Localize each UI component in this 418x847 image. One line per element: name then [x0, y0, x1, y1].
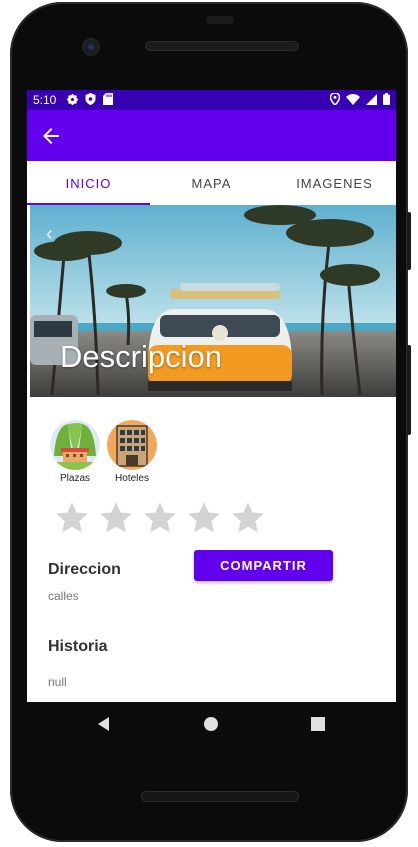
category-label: Hoteles: [115, 473, 149, 484]
star-icon[interactable]: [142, 500, 178, 536]
tab-mapa[interactable]: MAPA: [150, 161, 273, 205]
direccion-label: Direccion: [48, 561, 121, 578]
tab-bar: INICIO MAPA IMAGENES: [27, 161, 396, 205]
system-nav-bar: [27, 702, 396, 746]
tab-imagenes[interactable]: IMAGENES: [273, 161, 396, 205]
shield-icon: [85, 93, 96, 105]
historia-value: null: [48, 675, 67, 689]
share-button[interactable]: COMPARTIR: [194, 550, 333, 581]
hotel-building-icon: [107, 420, 157, 470]
carousel-prev-icon[interactable]: ‹: [46, 223, 53, 246]
bottom-speaker: [142, 792, 298, 801]
star-icon[interactable]: [54, 500, 90, 536]
power-button: [407, 345, 411, 435]
tab-inicio[interactable]: INICIO: [27, 161, 150, 205]
park-icon: [50, 420, 100, 470]
rating-stars[interactable]: [54, 500, 266, 536]
category-label: Plazas: [59, 473, 90, 484]
hero-title: Descripcion: [60, 339, 222, 374]
top-sensor: [206, 16, 234, 24]
star-icon[interactable]: [186, 500, 222, 536]
app-screen: 5:10 INICIO MAPA IMAGENES ‹ Descripcion …: [27, 90, 396, 702]
star-icon[interactable]: [230, 500, 266, 536]
category-plazas[interactable]: Plazas: [49, 420, 101, 484]
hero-image: ‹ Descripcion: [30, 205, 396, 397]
category-hoteles[interactable]: Hoteles: [106, 420, 158, 484]
back-arrow-icon[interactable]: [39, 124, 63, 148]
earpiece-speaker: [146, 42, 298, 50]
location-icon: [330, 93, 340, 105]
settings-icon: [67, 93, 78, 105]
front-camera: [84, 40, 98, 54]
wifi-icon: [346, 93, 360, 105]
status-time: 5:10: [33, 93, 57, 107]
nav-recents-icon[interactable]: [306, 712, 330, 736]
historia-label: Historia: [48, 638, 108, 655]
battery-icon: [383, 93, 390, 105]
direccion-value: calles: [48, 589, 79, 603]
status-bar: 5:10: [27, 90, 396, 110]
nav-home-icon[interactable]: [199, 712, 223, 736]
app-bar: [27, 110, 396, 161]
volume-button: [407, 212, 411, 270]
nav-back-icon[interactable]: [92, 712, 116, 736]
sd-card-icon: [103, 93, 113, 105]
star-icon[interactable]: [98, 500, 134, 536]
signal-icon: [366, 93, 377, 105]
